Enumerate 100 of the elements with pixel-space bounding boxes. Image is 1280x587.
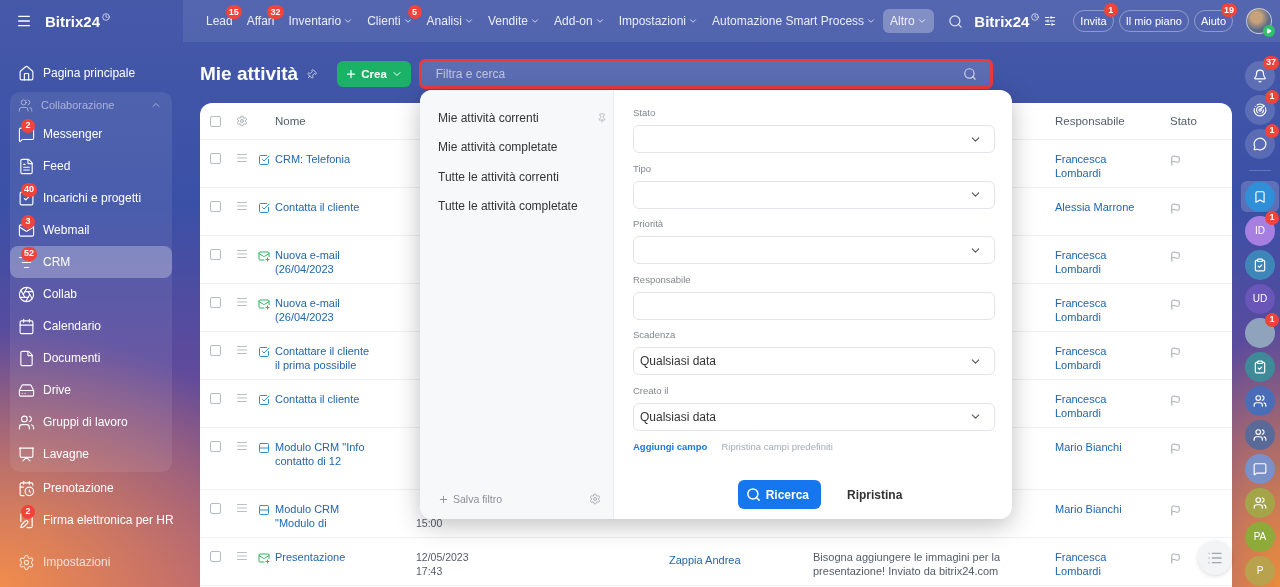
sidebar-item[interactable]: Drive: [10, 374, 172, 406]
save-filter-link[interactable]: Salva filtro: [438, 493, 503, 505]
responsible-link[interactable]: Francesca Lombardi: [1055, 152, 1143, 180]
responsible-link[interactable]: Francesca Lombardi: [1055, 392, 1143, 420]
search-icon[interactable]: [948, 13, 964, 29]
filter-preset[interactable]: Tutte le attività correnti: [438, 169, 559, 184]
responsible-link[interactable]: Mario Bianchi: [1055, 502, 1143, 516]
contact-link[interactable]: Zappia Andrea: [669, 554, 741, 566]
activity-link[interactable]: Presentazione: [275, 550, 416, 564]
select-field[interactable]: Qualsiasi data: [633, 402, 995, 431]
rail-button[interactable]: [1245, 419, 1275, 450]
row-checkbox[interactable]: [210, 551, 221, 562]
rail-button[interactable]: [1245, 181, 1275, 212]
group-icon: [1253, 393, 1267, 408]
responsible-link[interactable]: Francesca Lombardi: [1055, 550, 1143, 578]
input-field[interactable]: [633, 291, 995, 320]
drag-handle-icon[interactable]: [236, 200, 248, 212]
user-avatar[interactable]: [1245, 317, 1275, 348]
responsible-link[interactable]: Mario Bianchi: [1055, 440, 1143, 454]
select-field[interactable]: [633, 125, 995, 153]
drag-handle-icon[interactable]: [236, 550, 248, 562]
pin-icon[interactable]: [597, 112, 607, 123]
activity-link[interactable]: Nuova e-mail (26/04/2023: [275, 248, 416, 276]
row-checkbox[interactable]: [210, 441, 221, 452]
select-field[interactable]: [633, 236, 995, 264]
rail-button[interactable]: [1245, 60, 1275, 91]
reset-button[interactable]: Ripristina: [841, 486, 909, 503]
nav-tab[interactable]: Impostazioni: [611, 9, 706, 33]
search-field[interactable]: Filtra e cerca: [418, 59, 993, 89]
rail-button[interactable]: [1245, 128, 1275, 159]
row-checkbox[interactable]: [210, 153, 221, 164]
drag-handle-icon[interactable]: [236, 502, 248, 514]
sidebar-item[interactable]: Feed: [10, 150, 172, 182]
user-avatar[interactable]: [1246, 8, 1272, 34]
drag-handle-icon[interactable]: [236, 296, 248, 308]
chevron-down-icon: [463, 16, 474, 26]
sidebar-item[interactable]: 40 Incarichi e progetti: [10, 182, 172, 214]
activity-link[interactable]: Modulo CRM "Modulo di: [275, 502, 416, 530]
drag-handle-icon[interactable]: [236, 392, 248, 404]
sidebar-item[interactable]: Documenti: [10, 342, 172, 374]
sidebar-item[interactable]: Lavagne: [10, 438, 172, 470]
rail-button[interactable]: [1245, 385, 1275, 416]
add-field-link[interactable]: Aggiungi campo: [633, 441, 708, 452]
responsible-link[interactable]: Alessia Marrone: [1055, 200, 1143, 214]
sidebar-item[interactable]: Pagina principale: [10, 57, 172, 89]
search-icon[interactable]: [962, 67, 977, 81]
responsible-link[interactable]: Francesca Lombardi: [1055, 344, 1143, 372]
drag-handle-icon[interactable]: [236, 344, 248, 356]
logo[interactable]: Bitrix24: [45, 12, 111, 30]
sliders-icon[interactable]: [1044, 15, 1057, 27]
menu-icon[interactable]: [16, 13, 32, 29]
nav-tab[interactable]: Inventario: [281, 9, 361, 33]
activity-link[interactable]: Nuova e-mail (26/04/2023: [275, 296, 416, 324]
rail-button[interactable]: [1245, 94, 1275, 125]
sidebar-item[interactable]: 2 Firma elettronica per HR: [10, 504, 182, 536]
filter-preset[interactable]: Tutte le attività completate: [438, 199, 578, 214]
search-input[interactable]: Filtra e cerca: [433, 66, 963, 82]
nav-tab[interactable]: Vendite: [480, 9, 547, 33]
nav-tab[interactable]: Add-on: [546, 9, 612, 33]
column-header[interactable]: Nome: [275, 115, 416, 127]
activity-link[interactable]: Contattare il cliente il prima possibile: [275, 344, 416, 372]
column-header[interactable]: Responsabile: [1055, 115, 1170, 127]
activity-link[interactable]: Modulo CRM "Info contatto di 12: [275, 440, 416, 468]
nav-tab[interactable]: Analisi: [419, 9, 481, 33]
column-header[interactable]: Stato: [1170, 115, 1232, 127]
select-field[interactable]: Qualsiasi data: [633, 347, 995, 375]
rail-button[interactable]: [1245, 487, 1275, 518]
sidebar-item[interactable]: Gruppi di lavoro: [10, 406, 172, 438]
drag-handle-icon[interactable]: [236, 440, 248, 452]
select-field[interactable]: [633, 180, 995, 209]
responsible-link[interactable]: Francesca Lombardi: [1055, 248, 1143, 276]
initials-avatar[interactable]: UD: [1245, 283, 1275, 314]
sidebar-item[interactable]: Collab: [10, 278, 172, 310]
rail-button[interactable]: [1245, 453, 1275, 484]
drag-handle-icon[interactable]: [236, 248, 248, 260]
gear-icon[interactable]: [589, 493, 601, 505]
responsible-link[interactable]: Francesca Lombardi: [1055, 296, 1143, 324]
sidebar-item[interactable]: Calendario: [10, 310, 172, 342]
activity-link[interactable]: Contatta il cliente: [275, 392, 416, 406]
sidebar-item[interactable]: Prenotazione: [10, 472, 172, 504]
row-checkbox[interactable]: [210, 345, 221, 356]
row-checkbox[interactable]: [210, 503, 221, 514]
nav-tab[interactable]: Automazione Smart Process: [705, 9, 884, 33]
row-checkbox[interactable]: [210, 393, 221, 404]
row-checkbox[interactable]: [210, 297, 221, 308]
drag-handle-icon[interactable]: [236, 152, 248, 164]
sidebar-item[interactable]: 3 Webmail: [10, 214, 172, 246]
select-all-checkbox[interactable]: [210, 116, 221, 127]
sidebar-item[interactable]: 52 CRM: [10, 246, 172, 278]
activity-link[interactable]: Contatta il cliente: [275, 200, 416, 214]
rail-button[interactable]: [1245, 351, 1275, 382]
row-checkbox[interactable]: [210, 201, 221, 212]
filter-preset[interactable]: Mie attività correnti: [438, 110, 539, 125]
activity-link[interactable]: CRM: Telefonia: [275, 152, 416, 166]
row-checkbox[interactable]: [210, 249, 221, 260]
filter-preset[interactable]: Mie attività completate: [438, 140, 558, 155]
gear-icon[interactable]: [236, 115, 248, 127]
rail-button[interactable]: [1245, 249, 1275, 280]
search-button[interactable]: Ricerca: [737, 480, 821, 509]
sidebar-item[interactable]: 2 Messenger: [10, 118, 172, 150]
